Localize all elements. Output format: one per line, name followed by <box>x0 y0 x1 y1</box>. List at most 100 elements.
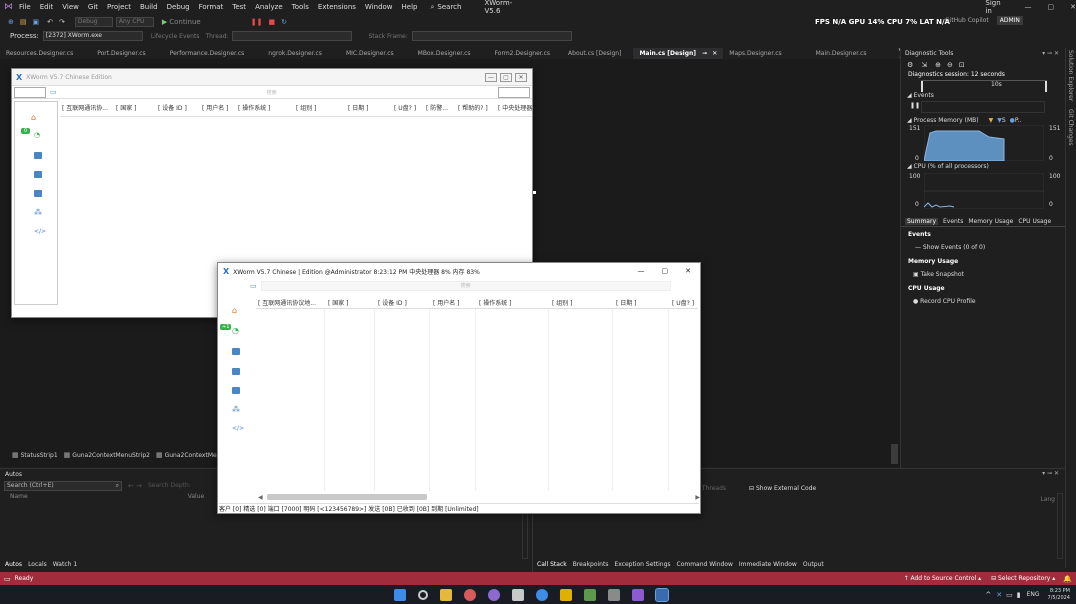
tab-exception-settings[interactable]: Exception Settings <box>614 561 670 568</box>
tab-resources[interactable]: Resources.Designer.cs <box>0 48 79 59</box>
col-protocol[interactable]: [ 互联网通讯协... <box>62 103 108 112</box>
home-icon[interactable]: ⌂ <box>31 113 36 122</box>
pause-events-icon[interactable]: ❚❚ <box>910 102 920 109</box>
app-maximize-button[interactable]: ▢ <box>662 267 669 275</box>
code-icon[interactable]: </> <box>34 228 46 235</box>
tab-events[interactable]: Events <box>943 218 963 225</box>
col-protocol[interactable]: [ 互联网通讯协议地... <box>258 298 316 307</box>
tab-command-window[interactable]: Command Window <box>677 561 733 568</box>
tab-output[interactable]: Output <box>803 561 824 568</box>
undo-icon[interactable]: ↶ <box>47 18 53 26</box>
col-country[interactable]: [ 国家 ] <box>328 298 349 307</box>
col-device-id[interactable]: [ 设备 ID ] <box>378 298 407 307</box>
col-cpu[interactable]: [ 中央处理器 <box>498 103 532 112</box>
col-date[interactable]: [ 日期 ] <box>348 103 369 112</box>
menu-window[interactable]: Window <box>365 3 393 11</box>
new-file-icon[interactable]: ▤ <box>20 18 27 26</box>
tray-chevron-icon[interactable]: ^ <box>985 591 991 599</box>
app-gray-icon[interactable] <box>608 588 620 601</box>
monitor-icon[interactable] <box>232 368 240 375</box>
zoom-out-icon[interactable]: ⊖ <box>947 61 953 69</box>
tab-about[interactable]: About.cs [Design] <box>562 48 627 59</box>
tab-form2[interactable]: Form2.Designer.cs <box>489 48 557 59</box>
scroll-thumb[interactable] <box>266 494 427 500</box>
menu-debug[interactable]: Debug <box>167 3 190 11</box>
minimize-icon[interactable]: — <box>1025 3 1032 11</box>
col-os[interactable]: [ 操作系统 ] <box>479 298 512 307</box>
app-red-icon[interactable] <box>464 588 476 601</box>
timeline-ruler[interactable]: 10s <box>921 80 1047 92</box>
col-device-id[interactable]: [ 设备 ID ] <box>158 103 187 112</box>
tab-port[interactable]: Port.Designer.cs <box>91 48 151 59</box>
tab-summary[interactable]: Summary <box>905 218 938 225</box>
menu-analyze[interactable]: Analyze <box>255 3 283 11</box>
file-explorer-icon[interactable] <box>440 588 452 601</box>
show-external-code[interactable]: ⊟ Show External Code <box>749 485 816 492</box>
resize-handle[interactable] <box>533 191 536 194</box>
tab-performance[interactable]: Performance.Designer.cs <box>164 48 251 59</box>
app-green-icon[interactable] <box>584 588 596 601</box>
app-network-icon[interactable] <box>536 588 548 601</box>
redo-icon[interactable]: ↷ <box>59 18 65 26</box>
search-icon[interactable]: ⌕ <box>431 3 435 12</box>
scroll-right-icon[interactable]: ▶ <box>695 494 700 501</box>
home-icon[interactable]: ⌂ <box>232 306 237 315</box>
menu-test[interactable]: Test <box>232 3 246 11</box>
tab-maps[interactable]: Maps.Designer.cs <box>723 48 787 59</box>
tab-main-designer[interactable]: Main.Designer.cs <box>810 48 873 59</box>
back-icon[interactable]: ⊕ <box>8 18 14 26</box>
code-icon[interactable]: </> <box>232 425 244 432</box>
memory-graph[interactable] <box>924 125 1044 161</box>
network-icon[interactable]: ⁂ <box>34 208 42 217</box>
cpu-graph[interactable] <box>924 173 1044 209</box>
tray-statusstrip1[interactable]: StatusStrip1 <box>21 452 58 459</box>
clock[interactable]: 8:23 PM 7/5/2024 <box>1048 588 1070 602</box>
scroll-left-icon[interactable]: ◀ <box>258 494 263 501</box>
monitor-icon[interactable] <box>34 171 42 178</box>
settings-gear-icon[interactable]: ⚙ <box>907 61 913 69</box>
reset-zoom-icon[interactable]: ⊡ <box>959 61 965 69</box>
chat-icon[interactable]: ▭ <box>50 88 57 96</box>
autos-col-name[interactable]: Name <box>10 493 28 500</box>
take-snapshot-button[interactable]: ▣ Take Snapshot <box>901 271 1065 278</box>
tab-breakpoints[interactable]: Breakpoints <box>573 561 609 568</box>
col-help[interactable]: [ 帮助的? ] <box>458 103 488 112</box>
callstack-scrollbar[interactable] <box>1057 493 1063 559</box>
designer-minimize-button[interactable]: — <box>485 72 497 82</box>
clients-icon[interactable]: ◔ <box>34 131 40 139</box>
menu-extensions[interactable]: Extensions <box>318 3 356 11</box>
admin-badge[interactable]: ADMIN <box>996 16 1023 25</box>
editor-scrollbar[interactable] <box>891 444 898 464</box>
thread-dropdown[interactable] <box>232 31 353 41</box>
close-icon[interactable]: ✕ <box>1070 3 1076 11</box>
app-close-button[interactable]: ✕ <box>685 267 691 275</box>
app-lock-icon[interactable] <box>512 588 524 601</box>
record-cpu-button[interactable]: ● Record CPU Profile <box>901 298 1065 305</box>
select-repo-button[interactable]: ⊟ Select Repository ▴ <box>991 575 1055 582</box>
col-group[interactable]: [ 组别 ] <box>296 103 317 112</box>
menu-git[interactable]: Git <box>88 3 98 11</box>
notifications-icon[interactable]: 🔔 <box>1063 575 1072 583</box>
list-icon[interactable] <box>232 348 240 355</box>
col-date[interactable]: [ 日期 ] <box>616 298 637 307</box>
tab-autos[interactable]: Autos <box>5 561 22 568</box>
tab-main-design[interactable]: Main.cs [Design] ⊸ ✕ <box>633 48 724 59</box>
show-events-link[interactable]: — Show Events (0 of 0) <box>901 244 1065 251</box>
client-grid-body[interactable] <box>256 309 698 491</box>
menu-view[interactable]: View <box>62 3 79 11</box>
save-icon[interactable]: ▣ <box>33 18 40 26</box>
restore-icon[interactable]: ▢ <box>1048 3 1055 11</box>
continue-icon[interactable]: ▶ <box>162 18 167 26</box>
export-icon[interactable]: ⇲ <box>921 61 927 69</box>
col-username[interactable]: [ 用户名 ] <box>202 103 229 112</box>
app-search-input[interactable]: 搜索 <box>260 280 671 291</box>
tab-mic[interactable]: MIC.Designer.cs <box>340 48 400 59</box>
col-usb[interactable]: [ U盘? ] <box>394 103 416 112</box>
tray-display-icon[interactable]: ▭ <box>1006 591 1013 599</box>
tab-call-stack[interactable]: Call Stack <box>537 561 567 568</box>
search-menu[interactable]: Search <box>437 3 461 11</box>
stop-icon[interactable]: ■ <box>268 18 275 26</box>
config-dropdown[interactable]: Debug <box>74 17 113 27</box>
designer-maximize-button[interactable]: ▢ <box>500 72 512 82</box>
nav-arrows-icon[interactable]: ← → <box>128 482 142 490</box>
